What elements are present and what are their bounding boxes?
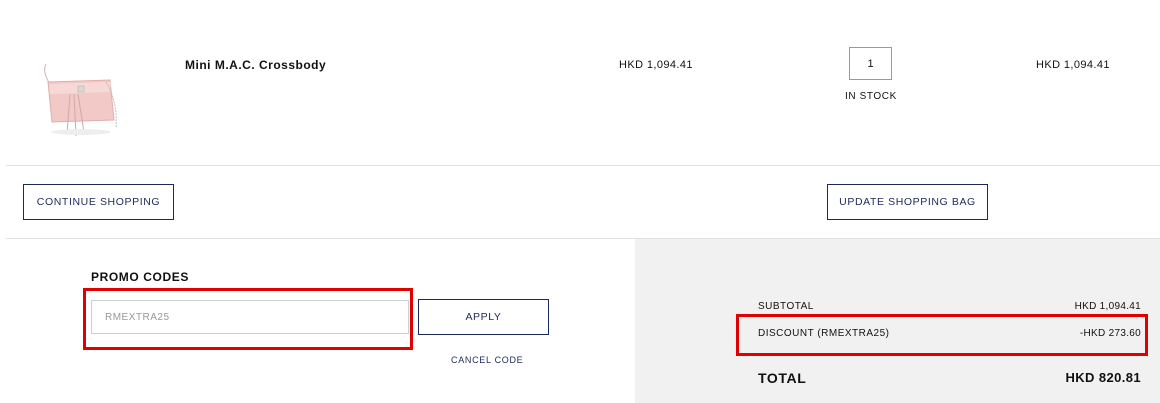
- quantity-input[interactable]: 1: [849, 47, 892, 80]
- line-total: HKD 1,094.41: [1036, 59, 1110, 71]
- update-shopping-bag-button[interactable]: UPDATE SHOPPING BAG: [827, 184, 988, 220]
- total-value: HKD 820.81: [1065, 370, 1141, 385]
- divider: [6, 165, 1160, 166]
- crossbody-bag-icon: [44, 63, 117, 137]
- product-image[interactable]: [40, 62, 122, 148]
- promo-highlight-box: [83, 288, 413, 350]
- subtotal-value: HKD 1,094.41: [1074, 301, 1141, 312]
- continue-shopping-button[interactable]: CONTINUE SHOPPING: [23, 184, 174, 220]
- unit-price: HKD 1,094.41: [619, 59, 693, 71]
- discount-highlight-box: [736, 314, 1148, 356]
- subtotal-label: SUBTOTAL: [758, 301, 814, 312]
- stock-status: IN STOCK: [845, 91, 897, 102]
- apply-button[interactable]: APPLY: [418, 299, 549, 335]
- cancel-code-link[interactable]: CANCEL CODE: [451, 355, 523, 365]
- total-label: TOTAL: [758, 370, 807, 386]
- product-name[interactable]: Mini M.A.C. Crossbody: [185, 58, 326, 72]
- promo-codes-heading: PROMO CODES: [91, 270, 189, 284]
